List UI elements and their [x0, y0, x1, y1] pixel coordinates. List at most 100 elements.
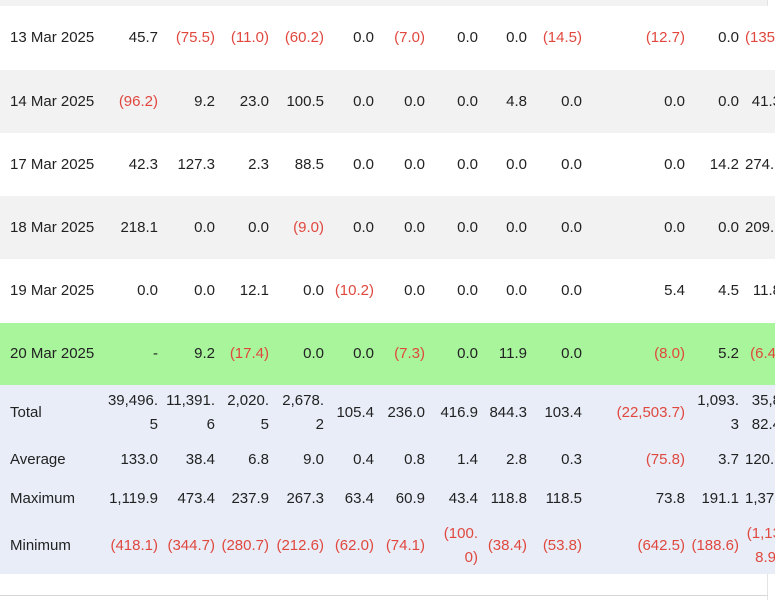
table-cell: 3.7	[718, 451, 739, 468]
table-cell: 0.0	[457, 29, 478, 46]
table-cell: 0.0	[664, 92, 685, 110]
table-cell: 267.3	[286, 490, 324, 507]
table-cell: (60.2)	[284, 29, 324, 46]
row-date-label: 18 Mar 2025	[10, 218, 95, 236]
table-cell: (212.6)	[276, 537, 324, 554]
table-cell: 237.9	[231, 490, 269, 507]
table-cell: 1.4	[457, 451, 478, 468]
table-cell: 105.4	[336, 403, 374, 421]
table-cell: 0.0	[353, 218, 374, 236]
table-cell: 133.0	[120, 451, 158, 468]
table-cell: 39,496.5	[107, 391, 158, 433]
table-cell: (135.2)	[745, 29, 775, 46]
table-cell: (9.0)	[293, 218, 324, 236]
table-cell: 4.8	[506, 92, 527, 110]
table-cell: 191.1	[701, 490, 739, 507]
table-cell: 0.0	[718, 29, 739, 46]
table-cell: 0.0	[506, 155, 527, 173]
table-cell: 2.3	[248, 155, 269, 173]
table-cell: 0.3	[561, 451, 582, 468]
table-cell: (100.0)	[443, 525, 478, 566]
table-cell: -	[153, 345, 158, 362]
table-cell: 9.2	[194, 92, 215, 110]
table-cell: 118.8	[490, 490, 527, 507]
table-cell: 218.1	[120, 218, 158, 236]
table-bottom-border	[0, 595, 768, 596]
table-cell: 11.8	[752, 282, 775, 299]
table-row: 17 Mar 2025 42.3 127.3 2.3 88.5 0.0 0.0 0.0 0.0 0…	[0, 133, 775, 196]
summary-row-average: Average 133.0 38.4 6.8 9.0 0.4 0.8 1.4 2.8 0.3 (75…	[0, 440, 775, 480]
table-cell: 103.4	[544, 403, 582, 421]
table-cell: (7.0)	[394, 29, 425, 46]
summary-row-maximum: Maximum 1,119.9 473.4 237.9 267.3 63.4 60.9 43.…	[0, 480, 775, 518]
table-cell: 0.8	[404, 451, 425, 468]
table-cell: 0.0	[718, 92, 739, 110]
table-cell: 0.0	[353, 29, 374, 46]
row-date-label: 19 Mar 2025	[10, 282, 95, 299]
table-cell: 0.4	[353, 451, 374, 468]
table-cell: 0.0	[457, 92, 478, 110]
summary-label: Average	[10, 451, 66, 468]
table-row: 18 Mar 2025 218.1 0.0 0.0 (9.0) 0.0 0.0 0.0 0.0 0…	[0, 196, 775, 259]
table-cell: 0.0	[506, 282, 527, 299]
table-cell: 1,373.8	[745, 490, 775, 507]
table-cell: 23.0	[239, 92, 269, 110]
table-cell: 0.0	[561, 155, 582, 173]
table-cell: (8.0)	[654, 345, 685, 362]
table-cell: 60.9	[395, 490, 425, 507]
table-cell: 100.5	[286, 92, 324, 110]
table-cell: 9.2	[194, 345, 215, 362]
table-cell: 38.4	[185, 451, 215, 468]
row-date-label: 17 Mar 2025	[10, 155, 95, 173]
table-cell: 118.5	[545, 490, 582, 507]
table-cell: 0.0	[506, 29, 527, 46]
table-cell: 0.0	[561, 218, 582, 236]
table-cell: 1,093.3	[697, 391, 739, 433]
table-cell: 274.6	[745, 155, 775, 173]
table-cell: 1,119.9	[109, 490, 158, 507]
table-cell: (17.4)	[229, 345, 269, 362]
table-cell: (53.8)	[542, 537, 582, 554]
table-cell: (280.7)	[221, 537, 269, 554]
table-row: 19 Mar 2025 0.0 0.0 12.1 0.0 (10.2) 0.0 0.0 0.0 0…	[0, 259, 775, 323]
table-cell: 2,020.5	[227, 391, 269, 433]
table-cell: (96.2)	[118, 92, 158, 110]
table-cell: 0.0	[137, 282, 158, 299]
table-cell: 14.2	[709, 155, 739, 173]
table-cell: 11.9	[498, 345, 527, 362]
table-cell: 0.0	[718, 218, 739, 236]
table-cell: 0.0	[404, 282, 425, 299]
table-cell: 0.0	[457, 218, 478, 236]
table-cell: (188.6)	[691, 537, 739, 554]
row-date-label: 13 Mar 2025	[10, 29, 95, 46]
table-cell: 209.1	[745, 218, 775, 236]
table-cell: 0.0	[506, 218, 527, 236]
table-cell: 4.5	[718, 282, 739, 299]
flows-table: 13 Mar 2025 45.7 (75.5) (11.0) (60.2) 0.0 (7.0…	[0, 6, 775, 574]
table-cell: 63.4	[344, 490, 374, 507]
summary-row-total: Total 39,496.5 11,391.6 2,020.5 2,678.2 105.4…	[0, 385, 775, 440]
summary-label: Maximum	[10, 490, 76, 507]
table-cell: (12.7)	[645, 29, 685, 46]
table-cell: (7.3)	[394, 345, 425, 362]
table-cell: (62.0)	[334, 537, 374, 554]
table-cell: 0.0	[194, 218, 215, 236]
summary-label: Total	[10, 403, 42, 421]
table-cell: (642.5)	[637, 537, 685, 554]
table-cell: 43.4	[448, 490, 478, 507]
table-cell: 0.0	[353, 92, 374, 110]
table-cell: 0.0	[457, 155, 478, 173]
table-cell: 0.0	[664, 218, 685, 236]
table-row: 14 Mar 2025 (96.2) 9.2 23.0 100.5 0.0 0.0 0.0 4.…	[0, 70, 775, 133]
table-cell: 0.0	[404, 92, 425, 110]
table-cell: 0.0	[664, 155, 685, 173]
table-cell: 0.0	[404, 218, 425, 236]
table-cell: 11,391.6	[166, 391, 215, 433]
table-cell: 0.0	[561, 282, 582, 299]
table-cell: 0.0	[194, 282, 215, 299]
table-cell: 0.0	[353, 155, 374, 173]
table-cell: (6.4)	[750, 345, 775, 362]
table-cell: 0.0	[303, 345, 324, 362]
summary-label: Minimum	[10, 537, 71, 554]
table-cell: 0.0	[457, 282, 478, 299]
